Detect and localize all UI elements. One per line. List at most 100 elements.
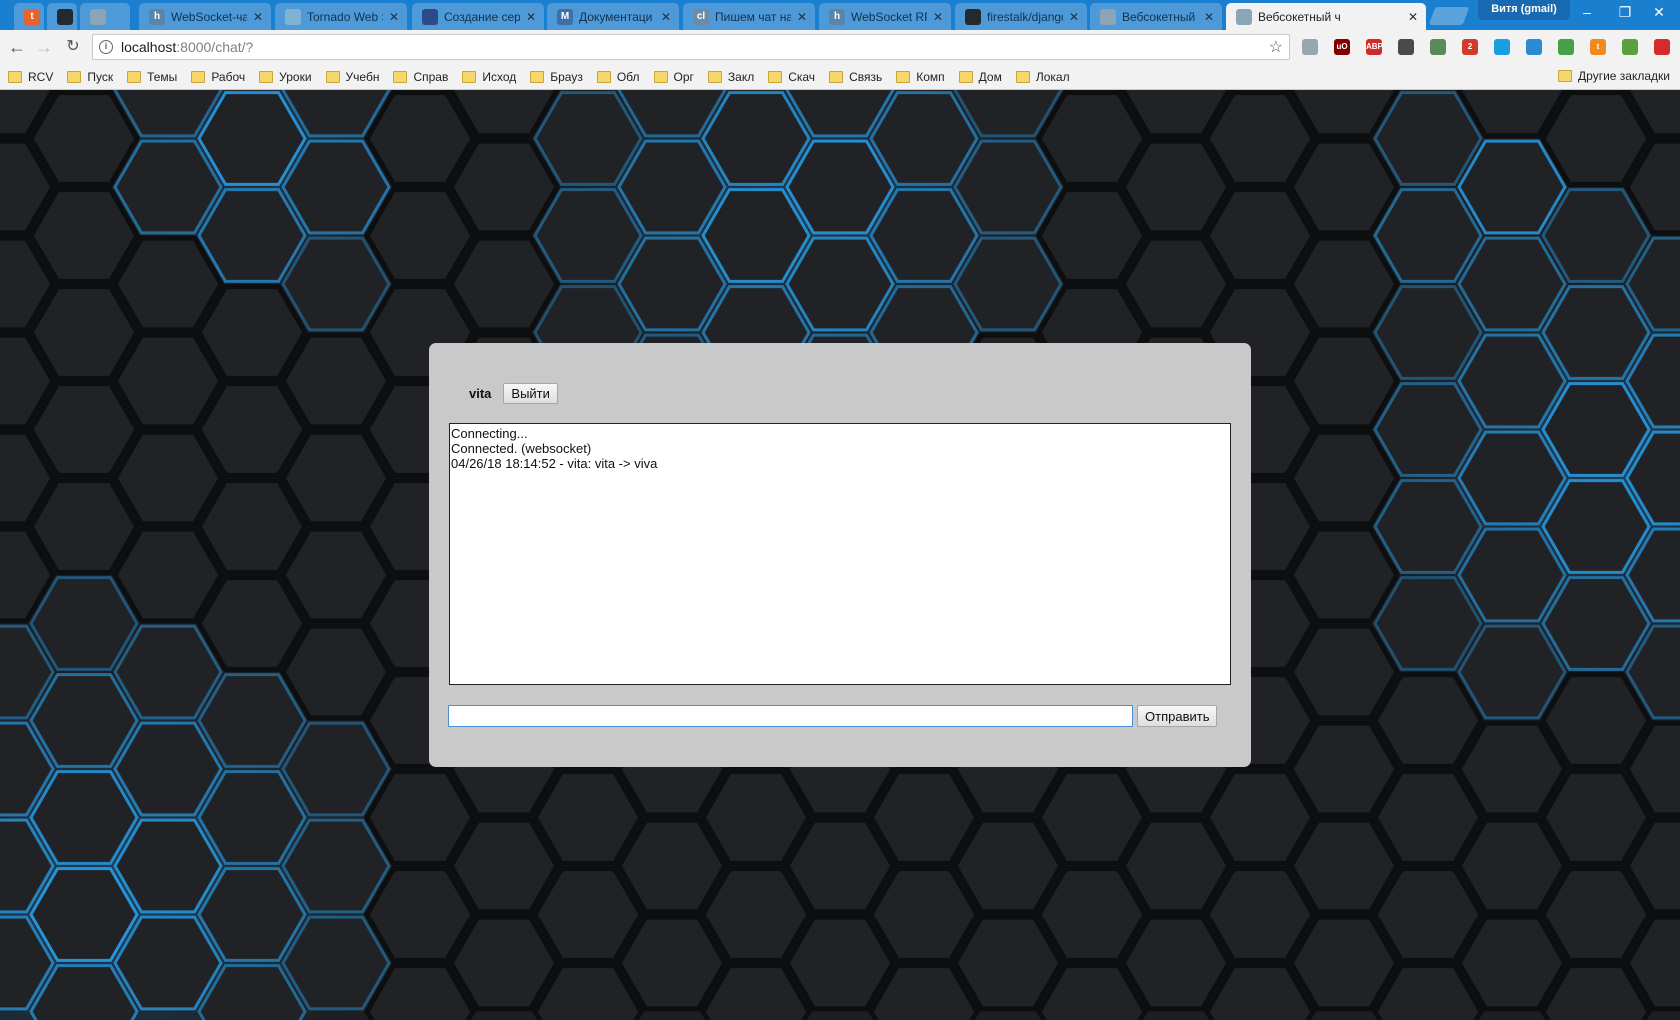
bookmark-label: Комп	[916, 69, 945, 84]
info-icon[interactable]: i	[99, 40, 113, 54]
browser-tab[interactable]: Создание серв ✕	[412, 3, 544, 30]
browser-toolbar: ← → ↻ i localhost:8000/chat/? ☆ uO ABP 2 t	[0, 30, 1680, 64]
folder-icon	[67, 70, 82, 83]
tab-title: Создание серв	[444, 9, 520, 24]
logout-button[interactable]: Выйти	[503, 383, 558, 404]
bookmark-folder[interactable]: RCV	[8, 70, 53, 84]
bookmark-folder[interactable]: Уроки	[259, 69, 312, 84]
folder-icon	[829, 70, 844, 83]
bookmarks-bar: RCV Пуск Темы Рабоч Уроки Учебн Справ Исход Брау…	[0, 64, 1680, 90]
bookmark-folder[interactable]: Обл	[596, 69, 640, 84]
doc-favicon-icon	[1236, 8, 1252, 25]
tab-close-icon[interactable]: ✕	[1406, 10, 1420, 24]
bookmark-folder[interactable]: Скач	[768, 70, 815, 84]
new-tab-button[interactable]	[1428, 7, 1470, 25]
url-text[interactable]: localhost:8000/chat/?	[121, 39, 1269, 55]
browser-tab[interactable]: h WebSocket RPC ✕	[819, 3, 951, 30]
tab-close-icon[interactable]: ✕	[931, 10, 945, 24]
url-path: :8000/chat/?	[176, 39, 254, 55]
browser-tab[interactable]	[47, 3, 77, 30]
send-button[interactable]: Отправить	[1137, 705, 1218, 727]
bookmark-star-icon[interactable]: ☆	[1269, 37, 1283, 57]
tab-title: Вебсокетный ч	[1122, 9, 1198, 24]
back-icon[interactable]: ←	[5, 35, 29, 59]
globe-icon[interactable]	[1302, 39, 1318, 55]
forward-icon[interactable]: →	[32, 35, 56, 59]
tab-title: WebSocket-чат	[171, 9, 247, 24]
battery-icon[interactable]	[1558, 39, 1574, 55]
browser-tab[interactable]: t	[14, 3, 44, 30]
browser-tab[interactable]: cl Пишем чат на ✕	[683, 3, 815, 30]
tab-close-icon[interactable]: ✕	[795, 10, 809, 24]
bookmark-folder[interactable]: Справ	[393, 70, 448, 84]
tab-close-icon[interactable]: ✕	[524, 10, 538, 24]
refresh-ext-icon[interactable]	[1494, 39, 1510, 55]
bookmark-label: Обл	[616, 69, 640, 84]
bookmark-label: Темы	[147, 69, 178, 84]
calendar-icon[interactable]: 2	[1462, 39, 1478, 55]
bookmark-folder[interactable]: Дом	[958, 70, 1002, 84]
close-window-icon[interactable]: ✕	[1636, 0, 1680, 26]
profile-button[interactable]: Витя (gmail)	[1478, 0, 1570, 20]
bookmark-label: Орг	[673, 69, 694, 84]
ublock-icon[interactable]: uO	[1334, 39, 1350, 55]
bookmark-folder[interactable]: Темы	[127, 70, 177, 84]
url-host: localhost	[121, 39, 177, 55]
bookmark-folder[interactable]: Исход	[462, 70, 516, 84]
bookmark-label: Учебн	[345, 69, 380, 84]
message-input[interactable]	[448, 705, 1133, 727]
evernote-icon[interactable]	[1430, 39, 1446, 55]
folder-icon	[191, 70, 206, 83]
folder-icon	[259, 70, 274, 83]
folder-icon	[1558, 70, 1573, 82]
bookmark-folder[interactable]: Комп	[896, 69, 945, 84]
browser-tab[interactable]: Вебсокетный ч ✕	[1226, 3, 1426, 30]
tab-close-icon[interactable]: ✕	[251, 10, 265, 24]
xmarks-icon[interactable]	[1526, 39, 1542, 55]
browser-tab[interactable]: firestalk/django ✕	[955, 3, 1087, 30]
browser-tab[interactable]: h WebSocket-чат ✕	[139, 3, 271, 30]
github-favicon-icon	[57, 8, 73, 25]
bookmark-label: Уроки	[279, 69, 312, 84]
doc-favicon-icon	[1100, 8, 1116, 25]
log-line: 04/26/18 18:14:52 - vita: vita -> viva	[451, 456, 658, 471]
chat-log[interactable]: Connecting... Connected. (websocket) 04/26…	[449, 423, 1231, 685]
other-bookmarks[interactable]: Другие закладки	[1558, 69, 1670, 83]
reload-icon[interactable]: ↻	[61, 35, 85, 59]
tab-close-icon[interactable]: ✕	[1202, 10, 1216, 24]
tab-title: firestalk/django	[987, 9, 1063, 24]
bookmark-label: Исход	[482, 69, 517, 84]
bookmark-folder[interactable]: Орг	[653, 69, 694, 84]
bookmark-label: RCV	[28, 69, 54, 84]
bookmark-folder[interactable]: Пуск	[67, 70, 113, 84]
cl-favicon-icon: cl	[693, 8, 709, 25]
browser-tab[interactable]: Вебсокетный ч ✕	[1090, 3, 1222, 30]
address-bar[interactable]: i localhost:8000/chat/? ☆	[92, 34, 1290, 60]
photo-ext-icon[interactable]	[1622, 39, 1638, 55]
log-line: Connected. (websocket)	[451, 441, 592, 456]
browser-tab[interactable]: Tornado Web S ✕	[275, 3, 407, 30]
pocket-icon[interactable]	[1398, 39, 1414, 55]
tab-close-icon[interactable]: ✕	[659, 10, 673, 24]
t-ext-icon[interactable]: t	[1590, 39, 1606, 55]
tab-title: Tornado Web S	[307, 9, 383, 24]
browser-tab[interactable]: M Документаци ✕	[547, 3, 679, 30]
tab-close-icon[interactable]: ✕	[387, 10, 401, 24]
folder-icon	[462, 70, 477, 83]
bookmark-label: Скач	[788, 69, 816, 84]
t-favicon-icon: t	[24, 8, 40, 25]
bookmark-folder[interactable]: Закл	[707, 69, 755, 84]
bookmark-folder[interactable]: Связь	[829, 70, 882, 84]
bookmark-folder[interactable]: Рабоч	[191, 70, 245, 84]
bookmark-folder[interactable]: Локал	[1015, 70, 1070, 84]
adblock-icon[interactable]: ABP	[1366, 39, 1383, 55]
folder-icon	[596, 70, 611, 83]
bookmark-label: Рабоч	[211, 69, 246, 84]
bookmark-label: Закл	[727, 69, 755, 84]
browser-tab[interactable]	[80, 3, 130, 30]
upload-ext-icon[interactable]	[1654, 39, 1670, 55]
other-bookmarks-label: Другие закладки	[1578, 69, 1670, 83]
tab-close-icon[interactable]: ✕	[1067, 10, 1081, 24]
bookmark-folder[interactable]: Учебн	[325, 69, 380, 84]
bookmark-folder[interactable]: Брауз	[530, 70, 583, 84]
